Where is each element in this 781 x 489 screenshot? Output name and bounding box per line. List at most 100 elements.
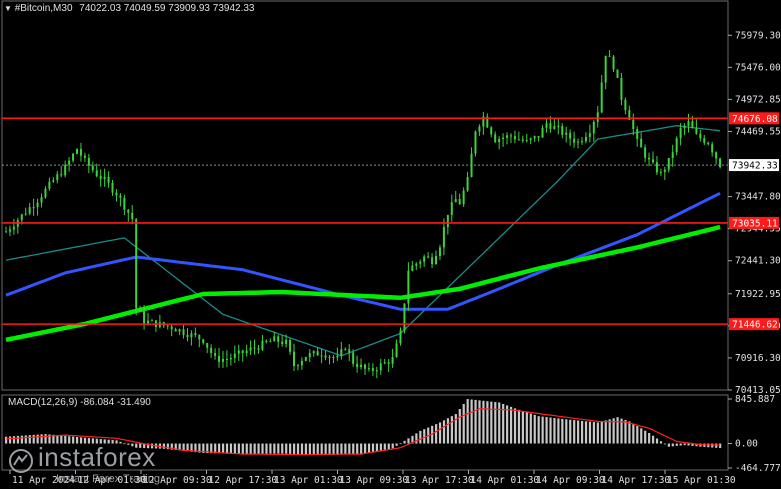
candle-body [462, 190, 465, 205]
candle-body [178, 329, 181, 332]
candle-body [139, 308, 142, 312]
macd-histogram-bar [521, 411, 525, 444]
macd-histogram-bar [253, 443, 256, 454]
macd-histogram-bar [245, 443, 248, 455]
candle-body [636, 129, 639, 139]
macd-histogram-bar [561, 418, 564, 444]
macd-histogram-bar [655, 438, 659, 444]
candle-body [521, 139, 524, 141]
candle-body [312, 351, 315, 354]
candle-body [577, 141, 580, 143]
candle-body [379, 363, 382, 371]
candle-body [423, 256, 426, 262]
candle-body [632, 119, 635, 130]
macd-histogram-bar [221, 443, 225, 454]
macd-histogram-bar [423, 429, 426, 444]
price-tick-label: 74972.85 [735, 94, 781, 105]
candle-body [545, 123, 548, 128]
macd-histogram-bar [525, 412, 528, 444]
bid-price-label: 73942.33 [732, 161, 778, 172]
macd-histogram-bar [529, 413, 532, 444]
macd-histogram-bar [277, 443, 280, 454]
time-tick-label: 14 Apr 17:30 [602, 475, 671, 486]
candle-body [490, 127, 493, 135]
candle-body [241, 350, 244, 354]
chart-symbol: #Bitcoin,M30 [14, 3, 73, 14]
candle-body [170, 326, 173, 330]
candle-body [131, 212, 134, 220]
candle-body [506, 135, 509, 138]
candle-body [667, 157, 670, 170]
candle-body [150, 320, 153, 322]
candle-body [320, 355, 323, 357]
chart-ohlc: 74022.03 74049.59 73909.93 73942.33 [79, 3, 255, 14]
candle-body [245, 350, 248, 354]
candle-body [608, 55, 611, 57]
macd-histogram-bar [663, 443, 667, 445]
price-tick-label: 74469.55 [735, 126, 781, 137]
candle-body [640, 138, 643, 148]
macd-histogram-bar [537, 416, 540, 444]
price-chart: 75979.30 75476.00 74972.85 74469.55 73447.80… [1, 0, 781, 486]
macd-histogram-bar [446, 418, 450, 444]
macd-tick-label: -464.777 [735, 463, 781, 474]
candle-body [281, 341, 284, 345]
candle-body [446, 214, 449, 228]
candle-body [332, 356, 335, 358]
candle-body [257, 348, 260, 350]
candle-body [324, 355, 327, 358]
macd-histogram-bar [592, 422, 596, 444]
candle-body [127, 209, 130, 213]
candle-body [285, 339, 288, 345]
candle-body [403, 303, 406, 331]
macd-histogram-bar [506, 405, 509, 444]
candle-body [356, 363, 359, 368]
macd-histogram-bar [395, 443, 398, 446]
candle-body [60, 174, 63, 176]
candle-body [95, 170, 98, 177]
candle-body [367, 368, 370, 370]
candle-body [261, 340, 264, 350]
watermark-subtitle: Instant Forex Trading [56, 473, 160, 485]
candle-body [565, 132, 568, 135]
macd-histogram-bar [517, 409, 521, 444]
candle-body [292, 351, 295, 366]
macd-histogram-bar [580, 420, 584, 444]
macd-histogram-bar [608, 419, 611, 444]
macd-histogram-bar [289, 443, 292, 454]
price-pane-frame [1, 0, 729, 391]
macd-histogram-bar [648, 433, 651, 444]
candle-body [72, 153, 75, 161]
macd-histogram-bar [249, 443, 252, 454]
macd-label: MACD(12,26,9) -86.084 -31.490 [8, 397, 151, 408]
macd-histogram-bar [304, 443, 308, 455]
macd-histogram-bar [391, 443, 394, 449]
candle-body [12, 226, 15, 230]
candle-body [383, 362, 386, 364]
candle-body [68, 160, 71, 165]
candle-body [111, 182, 114, 193]
macd-histogram-bar [241, 443, 244, 455]
candle-body [352, 352, 355, 364]
candle-body [529, 138, 532, 141]
macd-histogram-bar [8, 436, 12, 444]
candle-body [119, 195, 122, 198]
candle-body [115, 192, 118, 196]
price-tick-label: 70916.30 [735, 353, 781, 364]
candle-body [525, 140, 528, 142]
candle-body [549, 123, 552, 129]
candle-body [371, 368, 374, 371]
candle-body [32, 207, 35, 209]
macd-histogram-bar [435, 424, 438, 444]
candle-body [83, 155, 86, 158]
macd-histogram-bar [415, 433, 418, 444]
level-price-label: 71446.62 [732, 320, 778, 331]
candle-body [190, 333, 193, 338]
macd-histogram-bar [644, 430, 647, 444]
dropdown-triangle-icon[interactable]: ▼ [4, 4, 12, 13]
candle-body [344, 349, 347, 351]
macd-histogram-bar [541, 416, 544, 444]
candle-body [387, 362, 390, 364]
candle-body [269, 341, 272, 343]
macd-histogram-bar [316, 443, 319, 455]
